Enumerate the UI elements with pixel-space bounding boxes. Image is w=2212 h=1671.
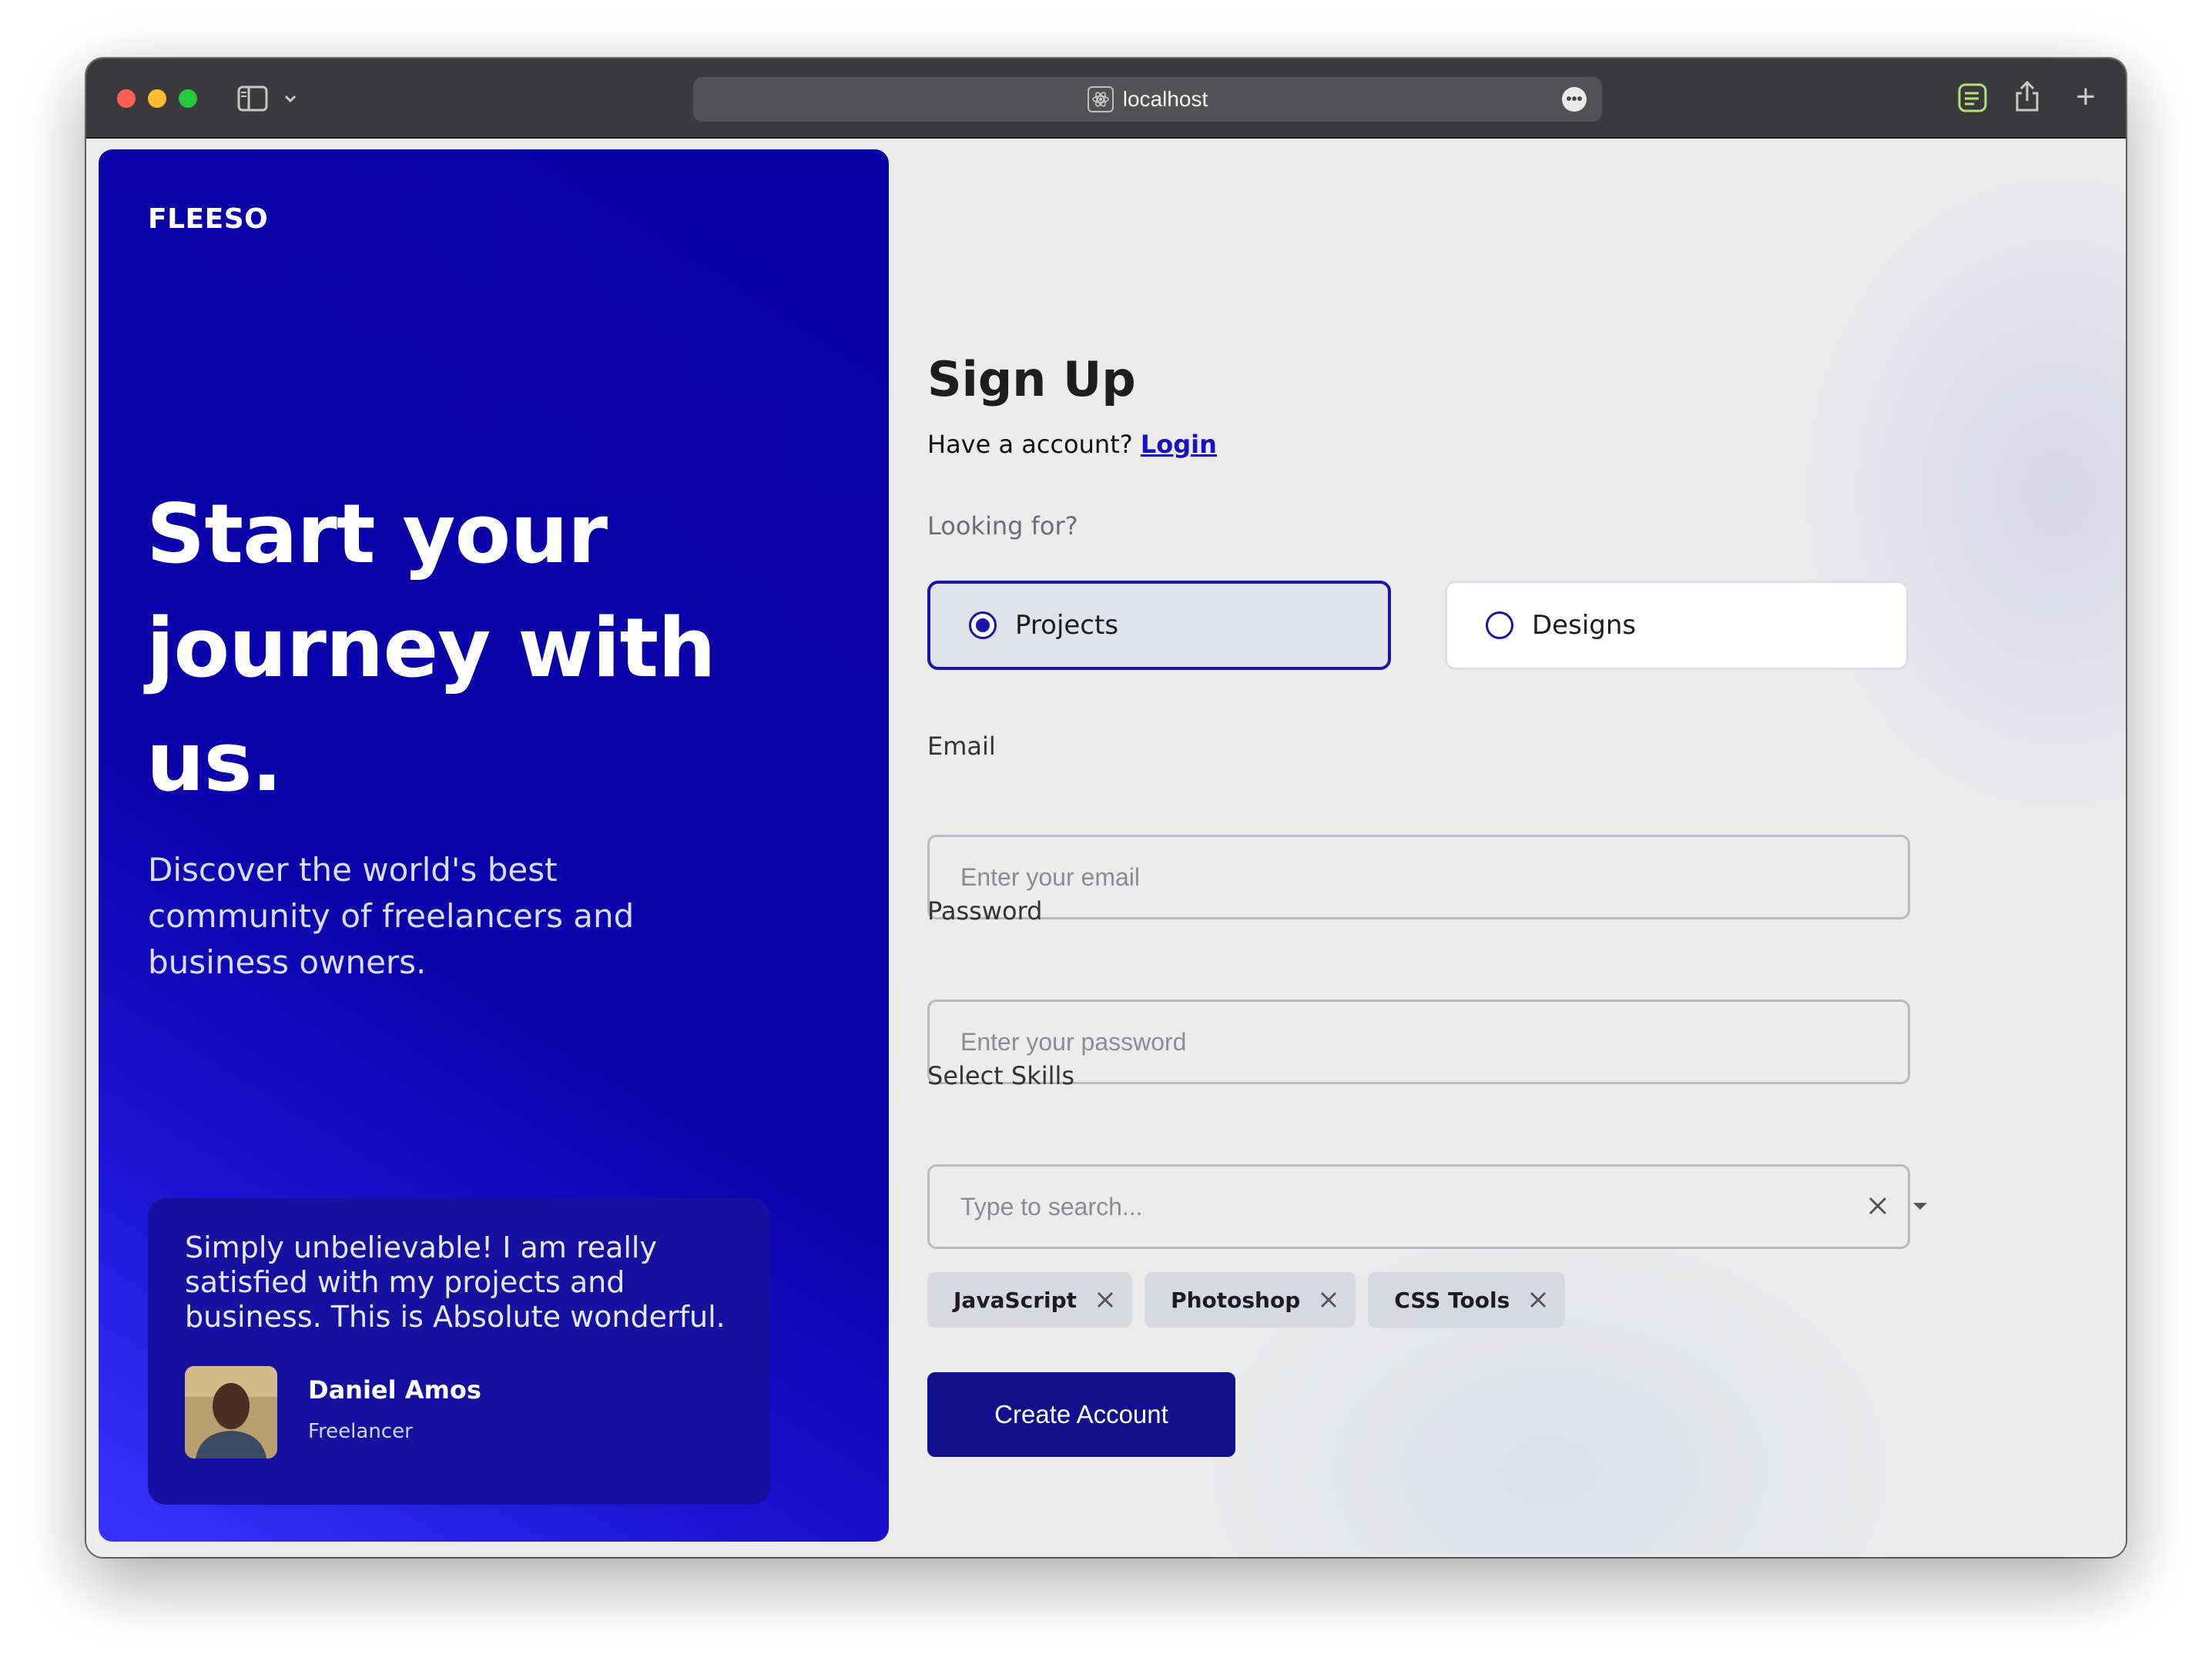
browser-window: localhost ••• + FLEESO Start your journe… xyxy=(86,59,2126,1557)
close-icon[interactable] xyxy=(1094,1288,1117,1311)
testimonial-card: Simply unbelievable! I am really satisfi… xyxy=(148,1198,770,1505)
hero-subtext: Discover the world's best community of f… xyxy=(148,851,635,981)
page-content: FLEESO Start your journey with us. Disco… xyxy=(86,139,2126,1557)
radio-checked-icon[interactable] xyxy=(969,611,997,639)
email-field[interactable] xyxy=(927,835,1910,919)
skill-chip: CSS Tools xyxy=(1368,1272,1566,1328)
signup-form: Sign Up Have a account? Login Looking fo… xyxy=(926,139,1927,1525)
skill-chip-label: CSS Tools xyxy=(1394,1287,1510,1313)
close-window-button[interactable] xyxy=(117,89,136,108)
url-text: localhost xyxy=(1122,87,1208,111)
zoom-window-button[interactable] xyxy=(179,89,197,108)
option-label: Projects xyxy=(1015,610,1119,641)
login-link[interactable]: Login xyxy=(1141,430,1217,459)
site-icon xyxy=(1087,86,1114,112)
skill-chip: Photoshop xyxy=(1145,1272,1356,1328)
skills-label: Select Skills xyxy=(927,1061,1075,1090)
brand-logo[interactable]: FLEESO xyxy=(148,203,268,235)
testimonial-author-role: Freelancer xyxy=(308,1420,413,1443)
caret-down-icon[interactable] xyxy=(1909,1183,1932,1229)
address-bar[interactable]: localhost ••• xyxy=(693,77,1602,122)
minimize-window-button[interactable] xyxy=(148,89,166,108)
notes-icon[interactable] xyxy=(1956,82,1989,114)
testimonial-author-name: Daniel Amos xyxy=(308,1375,481,1405)
create-account-button[interactable]: Create Account xyxy=(927,1372,1235,1457)
looking-for-label: Looking for? xyxy=(927,511,1078,541)
close-icon[interactable] xyxy=(1527,1288,1550,1311)
sidebar-icon[interactable] xyxy=(237,85,268,112)
skill-chip-label: Photoshop xyxy=(1171,1287,1301,1313)
avatar xyxy=(185,1366,277,1458)
skill-chip: JavaScript xyxy=(927,1272,1133,1328)
selected-skills: JavaScript Photoshop CSS Tools xyxy=(927,1272,1566,1328)
radio-unchecked-icon[interactable] xyxy=(1486,611,1513,639)
page-title: Sign Up xyxy=(927,351,1136,407)
email-label: Email xyxy=(927,732,996,761)
hero-panel: FLEESO Start your journey with us. Disco… xyxy=(99,149,889,1542)
option-projects[interactable]: Projects xyxy=(927,581,1391,670)
testimonial-quote: Simply unbelievable! I am really satisfi… xyxy=(185,1231,726,1334)
more-icon[interactable]: ••• xyxy=(1562,87,1587,112)
chevron-down-icon[interactable] xyxy=(282,89,299,108)
close-icon[interactable] xyxy=(1862,1183,1893,1229)
have-account-text: Have a account? xyxy=(927,430,1133,459)
password-field[interactable] xyxy=(927,1000,1910,1084)
share-icon[interactable] xyxy=(2012,79,2043,114)
close-icon[interactable] xyxy=(1317,1288,1340,1311)
skill-chip-label: JavaScript xyxy=(954,1287,1078,1313)
password-label: Password xyxy=(927,896,1043,926)
option-label: Designs xyxy=(1532,610,1637,641)
plus-icon[interactable]: + xyxy=(2070,78,2101,116)
have-account-prompt: Have a account? Login xyxy=(927,430,1217,459)
hero-headline: Start your journey with us. xyxy=(146,487,716,809)
skills-search-input[interactable] xyxy=(927,1164,1910,1249)
option-designs[interactable]: Designs xyxy=(1445,581,1909,670)
browser-toolbar: localhost ••• + xyxy=(86,59,2126,139)
